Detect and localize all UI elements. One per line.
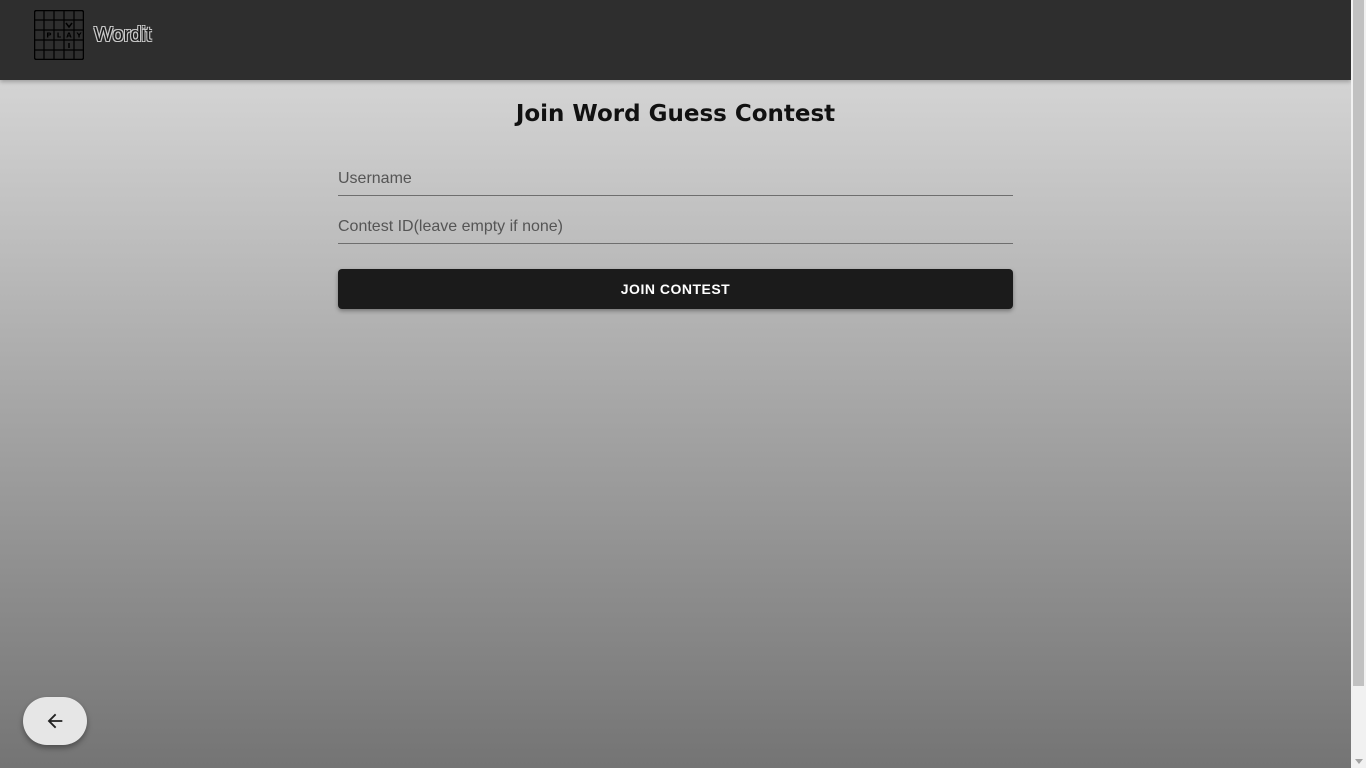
scroll-down-arrow-icon[interactable] — [1355, 759, 1363, 764]
main-content: Join Word Guess Contest JOIN CONTEST — [0, 80, 1351, 768]
logo-letter-y: Y — [75, 32, 82, 40]
back-button[interactable] — [23, 697, 87, 745]
contest-id-input[interactable] — [338, 210, 1013, 243]
username-field — [338, 162, 1013, 196]
username-input[interactable] — [338, 162, 1013, 195]
vertical-scrollbar[interactable] — [1351, 0, 1366, 768]
logo-letter-l: L — [57, 32, 62, 40]
arrow-left-icon — [47, 713, 63, 729]
scrollbar-thumb[interactable] — [1353, 0, 1364, 686]
logo-letter-p: P — [46, 32, 51, 40]
wordit-logo[interactable]: P L A Y — [33, 9, 85, 61]
brand-name[interactable]: Wordit — [94, 22, 151, 48]
page-title: Join Word Guess Contest — [515, 101, 836, 127]
join-contest-button[interactable]: JOIN CONTEST — [338, 269, 1013, 309]
page: P L A Y Wordit Join Word Guess Contest J… — [0, 0, 1366, 768]
contest-id-field — [338, 210, 1013, 244]
app-bar: P L A Y Wordit — [0, 0, 1351, 80]
logo-grid-icon: P L A Y — [33, 9, 85, 61]
logo-letter-a: A — [66, 32, 72, 40]
